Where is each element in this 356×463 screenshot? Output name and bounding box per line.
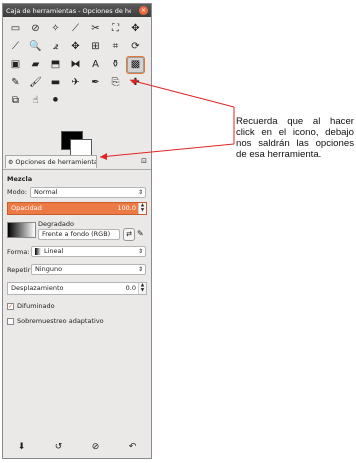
arrowhead-icon xyxy=(100,153,107,160)
arrow-to-blend-tool xyxy=(129,79,235,108)
arrowhead-icon xyxy=(130,79,137,85)
callout-arrows xyxy=(99,79,235,160)
annotation-note: Recuerda que al hacer click en el icono,… xyxy=(236,116,354,160)
arrow-to-options-tab xyxy=(99,143,235,158)
